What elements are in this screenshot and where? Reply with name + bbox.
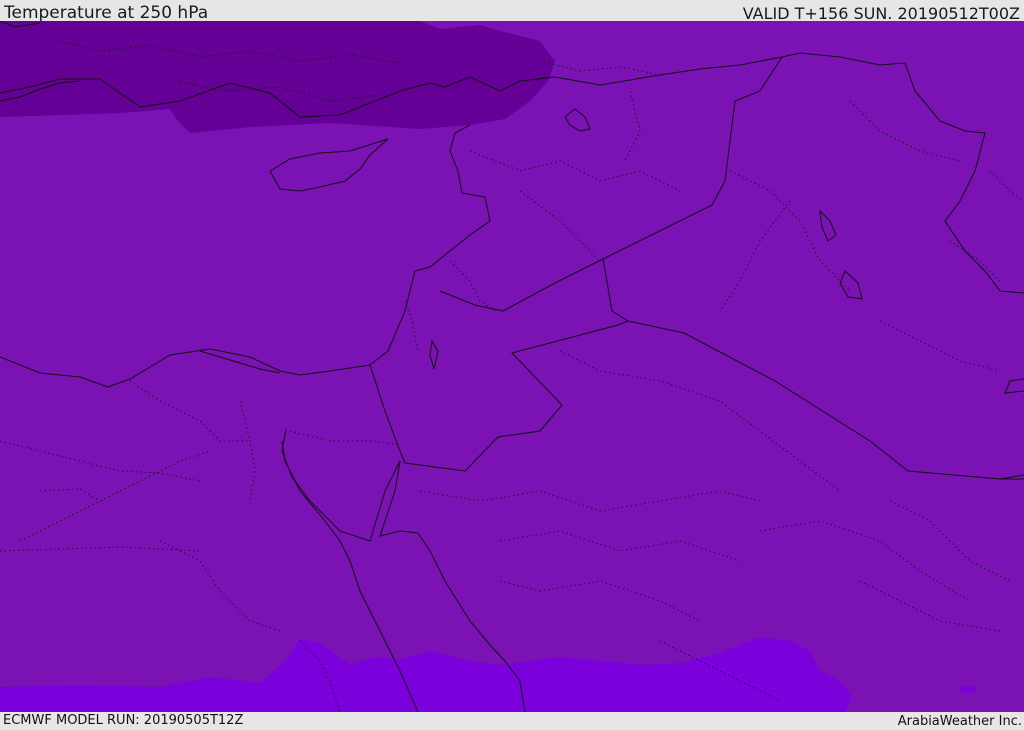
model-run-label: ECMWF MODEL RUN: 20190505T12Z [3, 713, 244, 728]
header-bar: Temperature at 250 hPa VALID T+156 SUN. … [0, 0, 1024, 23]
map-title: Temperature at 250 hPa [4, 3, 209, 23]
footer-bar: ECMWF MODEL RUN: 20190505T12Z ArabiaWeat… [0, 712, 1024, 729]
map-view[interactable] [0, 21, 1024, 712]
temp-field-warm-patch [960, 685, 976, 693]
credit-label: ArabiaWeather Inc. [897, 714, 1022, 729]
temperature-map [0, 21, 1024, 712]
temp-field-mid [0, 21, 1024, 712]
